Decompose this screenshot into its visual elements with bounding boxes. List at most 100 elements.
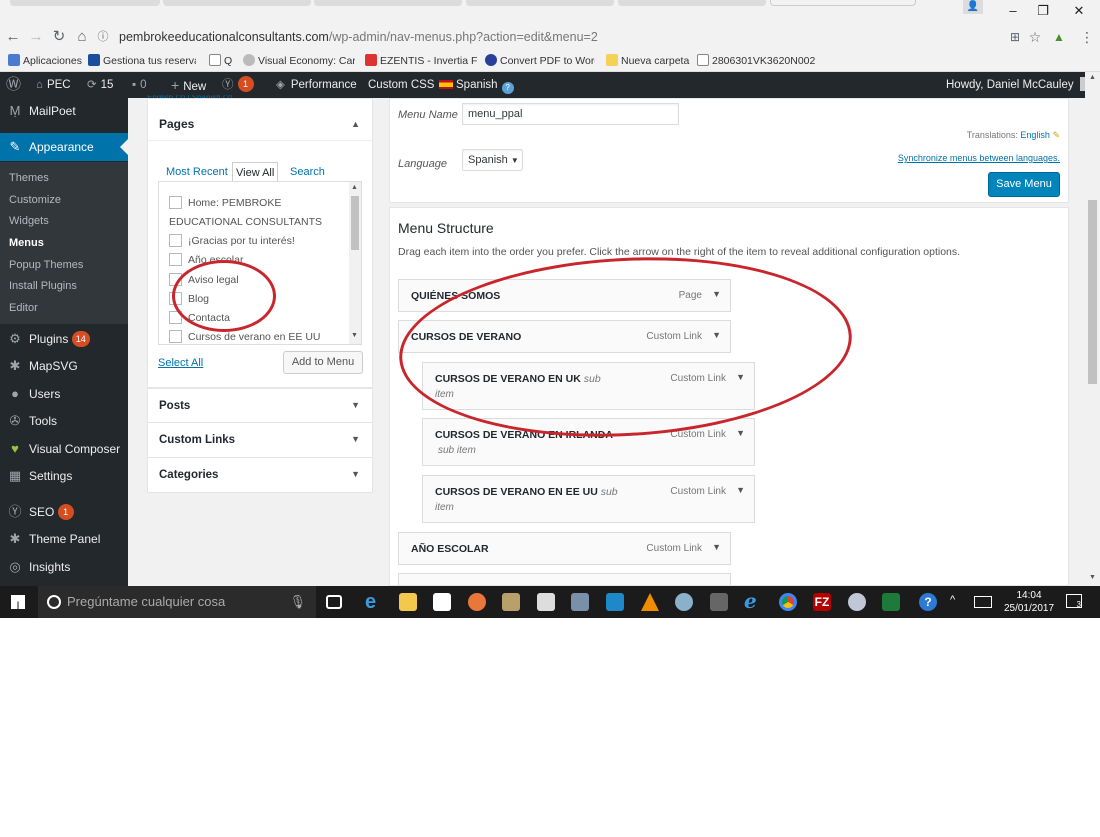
bookmark-apps[interactable]: Aplicaciones	[8, 53, 84, 70]
star-icon[interactable]: ☆	[1026, 28, 1044, 46]
add-to-menu-button[interactable]: Add to Menu	[283, 351, 363, 374]
sidebar-item-seo[interactable]: Ⓨ SEO 1	[0, 499, 128, 525]
calculator-icon[interactable]	[537, 593, 555, 611]
app-icon[interactable]	[882, 593, 900, 611]
chevron-up-icon[interactable]: ^	[950, 594, 955, 606]
store-icon[interactable]	[433, 593, 451, 611]
custom-css-link[interactable]: Custom CSS	[368, 72, 434, 98]
app-icon[interactable]	[571, 593, 589, 611]
tab-view-all[interactable]: View All	[232, 162, 279, 182]
reload-icon[interactable]: ↻	[50, 28, 68, 46]
app-icon[interactable]	[468, 593, 486, 611]
bookmark[interactable]: Convert PDF to Word	[485, 53, 595, 70]
site-name[interactable]: ⌂ PEC	[36, 72, 71, 98]
bookmark[interactable]: 2806301VK3620N002	[697, 53, 827, 70]
app-icon[interactable]	[502, 593, 520, 611]
forward-icon[interactable]: →	[27, 28, 45, 46]
language-switcher[interactable]: Spanish?	[439, 72, 514, 98]
browser-tab[interactable]	[618, 0, 766, 6]
windows-start-icon[interactable]	[11, 595, 25, 609]
url-bar[interactable]: pembrokeeducationalconsultants.com/wp-ad…	[119, 28, 1029, 47]
page-checkbox[interactable]: Cursos de verano en EE UU	[169, 328, 320, 344]
help-icon[interactable]: ?	[919, 593, 937, 611]
sidebar-item-insights[interactable]: ◎ Insights	[0, 554, 128, 580]
page-checkbox[interactable]: ¡Gracias por tu interés!	[169, 232, 295, 250]
file-explorer-icon[interactable]	[399, 593, 417, 611]
restore-icon[interactable]: ❐	[1028, 2, 1058, 20]
synchronize-link[interactable]: Synchronize menus between languages.	[898, 153, 1060, 163]
app-icon[interactable]	[675, 593, 693, 611]
language-select[interactable]: Spanish ▼	[462, 149, 523, 171]
sidebar-item-settings[interactable]: ▦ Settings	[0, 463, 128, 489]
submenu-popup-themes[interactable]: Popup Themes	[9, 255, 83, 275]
pages-box-header[interactable]: Pages ▲	[148, 107, 372, 141]
updates[interactable]: ⟳ 15	[87, 72, 113, 98]
custom-links-accordion[interactable]: Custom Links ▼	[147, 423, 373, 458]
bookmark[interactable]: EZENTIS - Invertia For	[365, 53, 477, 70]
close-window-icon[interactable]: ✕	[1064, 2, 1094, 20]
browser-tab[interactable]	[163, 0, 311, 6]
translation-english-link[interactable]: English	[1020, 130, 1050, 140]
vlc-icon[interactable]	[641, 593, 659, 611]
browser-tab-active[interactable]	[770, 0, 916, 6]
submenu-customize[interactable]: Customize	[9, 190, 61, 210]
tab-most-recent[interactable]: Most Recent	[166, 162, 228, 182]
filezilla-icon[interactable]: FZ	[813, 593, 831, 611]
select-all-link[interactable]: Select All	[158, 357, 203, 369]
bookmark[interactable]: Visual Economy: Carte	[243, 53, 355, 70]
submenu-editor[interactable]: Editor	[9, 298, 38, 318]
app-icon[interactable]	[606, 593, 624, 611]
info-icon[interactable]: ⓘ	[96, 28, 110, 46]
save-menu-button[interactable]: Save Menu	[988, 172, 1060, 197]
submenu-menus[interactable]: Menus	[9, 233, 44, 253]
scroll-up-icon[interactable]: ▲	[351, 184, 358, 191]
sidebar-item-theme-panel[interactable]: ✱ Theme Panel	[0, 526, 128, 552]
expand-arrow-icon[interactable]: ▼	[712, 542, 721, 552]
scroll-down-icon[interactable]: ▼	[1089, 574, 1096, 581]
menu-item[interactable]: AÑO ESCOLAR Custom Link ▼	[398, 532, 731, 565]
taskbar-clock[interactable]: 14:04 25/01/2017	[1003, 589, 1055, 615]
task-view-icon[interactable]	[326, 595, 342, 609]
menu-name-input[interactable]: menu_ppal	[462, 103, 679, 125]
sidebar-item-mapsvg[interactable]: ✱ MapSVG	[0, 353, 128, 379]
submenu-install-plugins[interactable]: Install Plugins	[9, 276, 77, 296]
scroll-up-icon[interactable]: ▲	[1089, 74, 1096, 81]
pencil-icon[interactable]: ✎	[1052, 130, 1060, 140]
menu-kebab-icon[interactable]: ⋮	[1078, 28, 1096, 46]
expand-arrow-icon[interactable]: ▼	[736, 485, 745, 495]
expand-arrow-icon[interactable]: ▼	[736, 428, 745, 438]
bookmark[interactable]: Q	[209, 53, 239, 70]
menu-item[interactable]	[398, 573, 731, 585]
scrollbar-thumb[interactable]	[351, 196, 359, 250]
submenu-themes[interactable]: Themes	[9, 168, 49, 188]
performance-menu[interactable]: ◈ Performance	[276, 72, 357, 98]
scrollbar-thumb[interactable]	[1088, 200, 1097, 384]
app-icon[interactable]	[848, 593, 866, 611]
minimize-icon[interactable]: –	[998, 2, 1028, 20]
checkbox[interactable]	[169, 196, 182, 209]
microphone-icon[interactable]: 🎙	[289, 586, 306, 618]
posts-accordion[interactable]: Posts ▼	[147, 388, 373, 423]
checkbox[interactable]	[169, 234, 182, 247]
edge-icon[interactable]: e	[365, 592, 383, 612]
tab-search[interactable]: Search	[290, 162, 325, 182]
checkbox[interactable]	[169, 253, 182, 266]
howdy-user[interactable]: Howdy, Daniel McCauley	[946, 72, 1094, 98]
submenu-widgets[interactable]: Widgets	[9, 211, 49, 231]
keyboard-icon[interactable]	[974, 596, 992, 608]
scroll-down-icon[interactable]: ▼	[351, 332, 358, 339]
wordpress-icon[interactable]: Ⓦ	[6, 72, 21, 98]
back-icon[interactable]: ←	[4, 28, 22, 46]
bookmark[interactable]: Gestiona tus reservas	[88, 53, 196, 70]
home-icon[interactable]: ⌂	[73, 28, 91, 46]
cortana-search[interactable]: Pregúntame cualquier cosa 🎙	[38, 586, 316, 618]
menu-subitem[interactable]: CURSOS DE VERANO EN EE UU sub item Custo…	[422, 475, 755, 523]
chrome-icon[interactable]	[779, 593, 797, 611]
browser-tab[interactable]	[466, 0, 614, 6]
collapse-arrow-icon[interactable]: ▲	[351, 107, 360, 141]
categories-accordion[interactable]: Categories ▼	[147, 458, 373, 493]
sidebar-item-users[interactable]: ● Users	[0, 381, 128, 407]
profile-icon[interactable]: 👤	[963, 0, 983, 14]
checkbox[interactable]	[169, 330, 182, 343]
browser-tab[interactable]	[314, 0, 462, 6]
